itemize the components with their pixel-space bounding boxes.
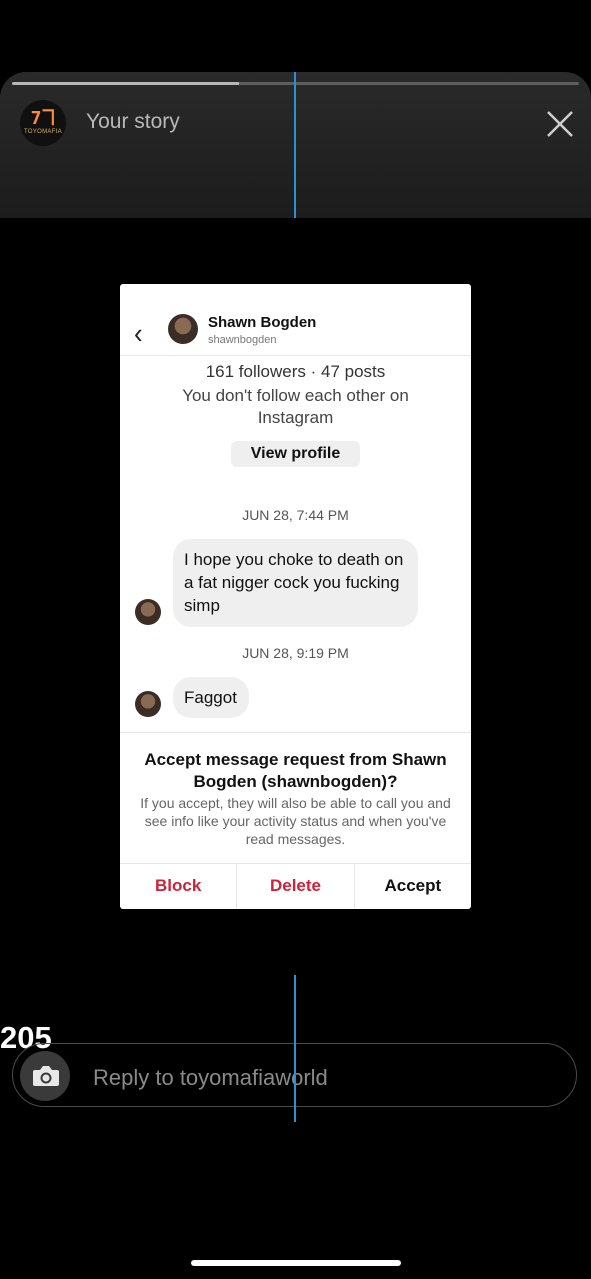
- dm-header: ‹ Shawn Bogden shawnbogden: [120, 284, 471, 356]
- reply-input[interactable]: [91, 1062, 565, 1094]
- sender-avatar: [135, 599, 161, 625]
- contact-avatar: [168, 314, 198, 344]
- block-button: Block: [155, 876, 202, 895]
- view-profile-button: View profile: [231, 441, 360, 467]
- contact-name: Shawn Bogden: [208, 314, 317, 331]
- delete-button: Delete: [236, 864, 353, 909]
- close-icon: [547, 111, 573, 137]
- alignment-guide-line: [294, 72, 296, 218]
- accept-request-description: If you accept, they will also be able to…: [140, 795, 451, 847]
- camera-icon: [33, 1066, 59, 1086]
- sender-avatar: [135, 691, 161, 717]
- message-timestamp: JUN 28, 7:44 PM: [242, 507, 349, 523]
- follow-note: You don't follow each other on Instagram: [182, 386, 409, 427]
- accept-button: Accept: [353, 864, 471, 909]
- message-timestamp: JUN 28, 9:19 PM: [242, 645, 349, 661]
- profile-stats: 161 followers · 47 posts: [205, 362, 386, 381]
- dm-screenshot: ‹ Shawn Bogden shawnbogden 161 followers…: [120, 284, 471, 909]
- alignment-guide-line: [294, 975, 296, 1122]
- camera-button[interactable]: [20, 1051, 70, 1101]
- contact-username: shawnbogden: [208, 334, 277, 346]
- story-title[interactable]: Your story: [86, 110, 180, 134]
- avatar[interactable]: 7ヿ TOYOMAFIA: [20, 100, 66, 146]
- close-button[interactable]: [544, 108, 576, 140]
- accept-request-title: Accept message request from Shawn Bogden…: [144, 750, 447, 791]
- brand-logo-mark: 7ヿ: [30, 108, 58, 129]
- request-actions: Block Delete Accept: [120, 863, 471, 909]
- divider: [120, 732, 471, 733]
- home-indicator[interactable]: [191, 1260, 401, 1266]
- story-progress-fill: [12, 82, 239, 85]
- brand-logo-text: TOYOMAFIA: [24, 129, 62, 135]
- message-bubble: I hope you choke to death on a fat nigge…: [173, 539, 418, 627]
- message-bubble: Faggot: [173, 677, 249, 718]
- chevron-left-icon: ‹: [134, 316, 143, 350]
